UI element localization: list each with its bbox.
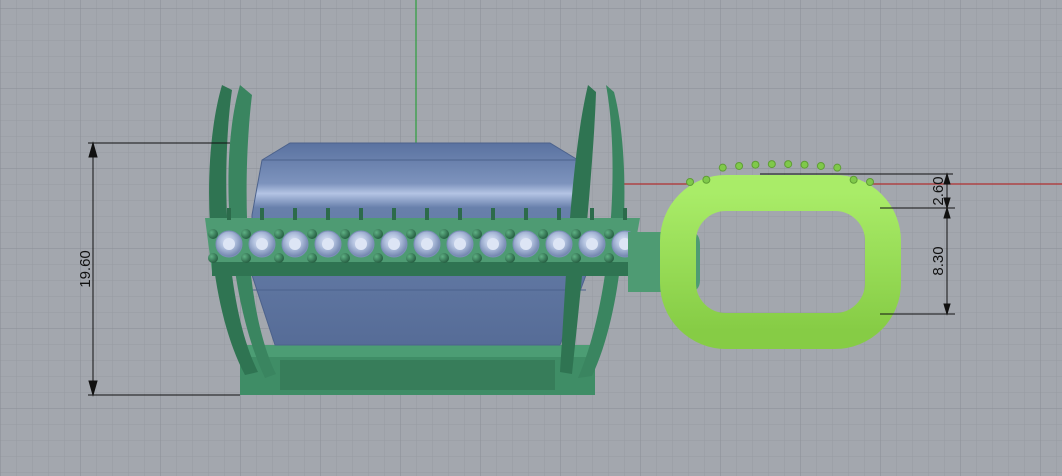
loop-bead: [800, 160, 809, 169]
prong: [293, 208, 297, 220]
gem-table: [256, 238, 268, 250]
gem-table: [388, 238, 400, 250]
gem-table: [454, 238, 466, 250]
bead: [340, 253, 350, 263]
gem-table: [520, 238, 532, 250]
prong: [491, 208, 495, 220]
bead: [604, 229, 614, 239]
cad-viewport[interactable]: 19.60 2.60 8.30: [0, 0, 1062, 476]
bead: [571, 253, 581, 263]
gem-table: [421, 238, 433, 250]
bead: [307, 229, 317, 239]
bead: [571, 229, 581, 239]
bead: [472, 253, 482, 263]
bead: [472, 229, 482, 239]
loop-bead: [784, 160, 793, 169]
loop-bead: [833, 163, 842, 172]
prong: [359, 208, 363, 220]
loop-bead: [866, 178, 874, 186]
bead: [208, 229, 218, 239]
bead: [274, 229, 284, 239]
bead: [604, 253, 614, 263]
dim-label-loop-top: 2.60: [930, 176, 947, 205]
gem-table: [586, 238, 598, 250]
prong: [590, 208, 594, 220]
bead: [406, 253, 416, 263]
gem-table: [289, 238, 301, 250]
bead: [505, 229, 515, 239]
bead: [307, 253, 317, 263]
bead: [439, 253, 449, 263]
bead: [241, 253, 251, 263]
gem-table: [553, 238, 565, 250]
gem-table: [223, 238, 235, 250]
prong: [557, 208, 561, 220]
loop-bead: [718, 163, 727, 172]
prong: [227, 208, 231, 220]
dim-label-total-height: 19.60: [77, 250, 94, 288]
bead: [439, 229, 449, 239]
bead: [340, 229, 350, 239]
prong: [524, 208, 528, 220]
loop-bead: [735, 161, 744, 170]
bead: [406, 229, 416, 239]
prong: [425, 208, 429, 220]
loop-bead: [767, 160, 776, 169]
loop-bead: [702, 175, 711, 184]
dim-label-loop-inner: 8.30: [930, 246, 947, 275]
bead: [505, 253, 515, 263]
prong: [260, 208, 264, 220]
prong: [458, 208, 462, 220]
bead: [373, 229, 383, 239]
bead: [208, 253, 218, 263]
bead: [274, 253, 284, 263]
loop-bead: [751, 160, 760, 169]
bead: [373, 253, 383, 263]
bead: [538, 253, 548, 263]
prong: [623, 208, 627, 220]
gem-table: [355, 238, 367, 250]
bead: [538, 229, 548, 239]
prong: [326, 208, 330, 220]
loop-bead: [686, 178, 694, 186]
loop-bead: [816, 161, 825, 170]
gem-table: [322, 238, 334, 250]
loop-bead: [849, 175, 858, 184]
prong: [392, 208, 396, 220]
bead: [241, 229, 251, 239]
gem-table: [487, 238, 499, 250]
